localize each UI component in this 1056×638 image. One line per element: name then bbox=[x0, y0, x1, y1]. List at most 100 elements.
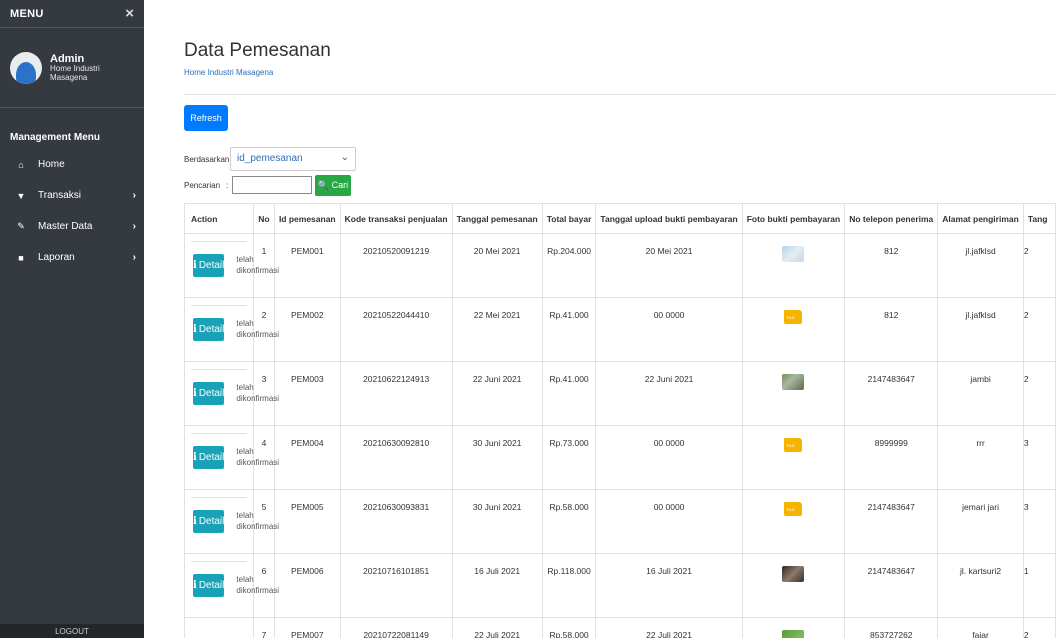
detail-button-label: Detail bbox=[198, 260, 225, 271]
sidebar-item-home[interactable]: ⌂ Home bbox=[0, 149, 144, 180]
cell-total: Rp.73.000 bbox=[541, 425, 597, 490]
detail-button[interactable]: i Detail bbox=[193, 574, 225, 597]
cell-total: Rp.41.000 bbox=[541, 297, 597, 362]
cell-tang: 1 bbox=[1022, 553, 1056, 618]
status-text: telah dikonfirmasi bbox=[236, 575, 279, 596]
detail-button[interactable]: i Detail bbox=[193, 318, 225, 341]
detail-button-label: Detail bbox=[198, 388, 225, 399]
chevron-down-icon: ⌄ bbox=[340, 152, 349, 163]
refresh-button[interactable]: Refresh bbox=[184, 105, 228, 131]
filter-select[interactable]: id_pemesanan ⌄ bbox=[230, 147, 356, 171]
main-content: Data Pemesanan Home Industri Masagena Re… bbox=[160, 0, 1056, 638]
cell-tanggal: 30 Juni 2021 bbox=[451, 489, 543, 554]
cell-alamat: jemari jari bbox=[937, 489, 1024, 554]
detail-button[interactable]: i Detail bbox=[193, 510, 225, 533]
close-icon[interactable]: × bbox=[125, 5, 134, 22]
detail-button[interactable]: i Detail bbox=[193, 446, 225, 469]
table-row: i Detail telah dikonfirmasi 4 PEM004 202106… bbox=[184, 425, 1056, 490]
table-row: i Detail telah dikonfirmasi 3 PEM003 202106… bbox=[184, 361, 1056, 426]
cell-upload: 00 0000 bbox=[595, 425, 743, 490]
status-line-2: dikonfirmasi bbox=[236, 585, 280, 595]
cell-kode: 20210716101851 bbox=[339, 553, 453, 618]
sidebar: MENU × Admin Home Industri Masagena Mana… bbox=[0, 0, 144, 638]
status-line-2: dikonfirmasi bbox=[236, 521, 280, 531]
col-header-action: Action bbox=[184, 203, 254, 234]
payment-proof-thumbnail[interactable] bbox=[782, 246, 805, 262]
cell-tanggal: 22 Juli 2021 bbox=[451, 617, 543, 638]
info-icon: i bbox=[193, 516, 197, 527]
table-row: i Detail telah dikonfirmasi 5 PEM005 202106… bbox=[184, 489, 1056, 554]
logout-button[interactable]: LOGOUT bbox=[0, 624, 144, 638]
sidebar-item-master-data[interactable]: ✎ Master Data › bbox=[0, 211, 144, 242]
info-icon: i bbox=[193, 324, 197, 335]
cell-tanggal: 22 Mei 2021 bbox=[451, 297, 543, 362]
sidebar-item-laporan[interactable]: ■ Laporan › bbox=[0, 242, 144, 273]
status-line-1: telah bbox=[236, 319, 254, 329]
cell-kode: 20210630092810 bbox=[339, 425, 453, 490]
search-button[interactable]: 🔍 Cari bbox=[315, 175, 351, 196]
sidebar-item-label: Laporan bbox=[38, 252, 75, 263]
detail-button-label: Detail bbox=[198, 452, 225, 463]
cell-tanggal: 22 Juni 2021 bbox=[451, 361, 543, 426]
cell-kode: 20210522044410 bbox=[339, 297, 453, 362]
status-line-1: telah bbox=[236, 575, 254, 585]
payment-proof-thumbnail[interactable] bbox=[782, 630, 805, 638]
detail-button[interactable]: i Detail bbox=[193, 382, 225, 405]
cell-kode: 20210630093831 bbox=[339, 489, 453, 554]
file-folder-icon[interactable] bbox=[784, 438, 803, 452]
col-header-tang: Tang bbox=[1022, 203, 1056, 234]
sidebar-item-label: Master Data bbox=[38, 221, 93, 232]
cell-id: PEM006 bbox=[273, 553, 341, 618]
info-icon: i bbox=[193, 580, 197, 591]
payment-proof-thumbnail[interactable] bbox=[782, 566, 805, 582]
cell-telepon: 812 bbox=[844, 233, 939, 298]
cell-upload: 00 0000 bbox=[595, 489, 743, 554]
file-folder-icon[interactable] bbox=[784, 310, 803, 324]
cell-total: Rp.41.000 bbox=[541, 361, 597, 426]
cell-foto bbox=[741, 425, 846, 490]
cell-tang: 2 bbox=[1022, 233, 1056, 298]
cell-foto bbox=[741, 297, 846, 362]
cell-tang: 2 bbox=[1022, 297, 1056, 362]
cell-id: PEM005 bbox=[273, 489, 341, 554]
file-icon: ■ bbox=[18, 252, 24, 263]
cell-tanggal: 30 Juni 2021 bbox=[451, 425, 543, 490]
col-header-upload: Tanggal upload bukti pembayaran bbox=[595, 203, 743, 234]
search-button-label: Cari bbox=[331, 180, 349, 190]
status-line-2: dikonfirmasi bbox=[236, 265, 280, 275]
file-folder-icon[interactable] bbox=[784, 502, 803, 516]
divider bbox=[184, 94, 1056, 95]
cell-id: PEM004 bbox=[273, 425, 341, 490]
cell-alamat: jl. kartsuri2 bbox=[937, 553, 1024, 618]
col-header-id: Id pemesanan bbox=[273, 203, 341, 234]
user-name: Admin bbox=[50, 52, 85, 65]
chevron-right-icon: › bbox=[132, 221, 136, 232]
cell-alamat: jl.jafklsd bbox=[937, 233, 1024, 298]
cell-upload: 20 Mei 2021 bbox=[595, 233, 743, 298]
cell-telepon: 8999999 bbox=[844, 425, 939, 490]
breadcrumb[interactable]: Home Industri Masagena bbox=[184, 68, 273, 77]
sidebar-item-label: Home bbox=[38, 159, 65, 170]
cell-total: Rp.58.000 bbox=[541, 489, 597, 554]
cell-tanggal: 20 Mei 2021 bbox=[451, 233, 543, 298]
cell-tanggal: 16 Juli 2021 bbox=[451, 553, 543, 618]
sidebar-item-transaksi[interactable]: ▼ Transaksi › bbox=[0, 180, 144, 211]
home-icon: ⌂ bbox=[18, 159, 24, 170]
detail-button-label: Detail bbox=[198, 324, 225, 335]
cell-foto bbox=[741, 361, 846, 426]
search-input[interactable] bbox=[232, 176, 312, 194]
cell-id: PEM002 bbox=[273, 297, 341, 362]
col-header-tanggal: Tanggal pemesanan bbox=[451, 203, 543, 234]
filter-label: Berdasarkan: bbox=[184, 155, 232, 164]
detail-button[interactable]: i Detail bbox=[193, 254, 225, 277]
status-line-2: dikonfirmasi bbox=[236, 457, 280, 467]
payment-proof-thumbnail[interactable] bbox=[782, 374, 805, 390]
user-subtitle: Home Industri Masagena bbox=[50, 63, 100, 82]
col-header-total: Total bayar bbox=[541, 203, 597, 234]
sidebar-header: MENU × bbox=[0, 0, 144, 28]
detail-button-label: Detail bbox=[198, 580, 225, 591]
status-line-1: telah bbox=[236, 447, 254, 457]
cell-total: Rp.58.000 bbox=[541, 617, 597, 638]
table-row: i Detail telah dikonfirmasi 6 PEM006 202107… bbox=[184, 553, 1056, 618]
status-text: telah dikonfirmasi bbox=[236, 319, 279, 340]
